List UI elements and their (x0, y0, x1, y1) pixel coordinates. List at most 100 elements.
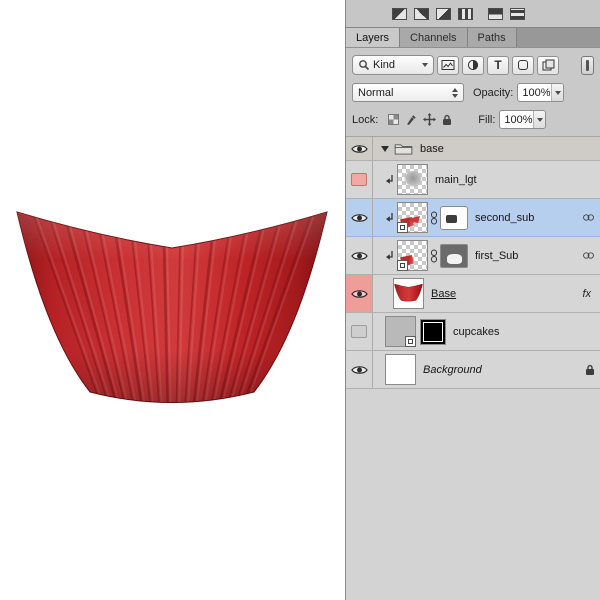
layer-name[interactable]: first_Sub (475, 250, 518, 262)
visibility-cell[interactable] (346, 137, 373, 160)
smart-object-badge-icon (405, 336, 416, 347)
filter-type-layers-button[interactable]: T (487, 55, 509, 75)
dock-icon-5[interactable] (488, 7, 503, 20)
linked-layers-icon (583, 252, 594, 259)
layer-mask-thumbnail[interactable] (440, 243, 468, 268)
panel-dock-strip (346, 0, 600, 27)
layer-name[interactable]: Base (431, 288, 456, 300)
clipping-mask-arrow-icon (386, 174, 393, 184)
fill-label: Fill: (478, 113, 496, 126)
dock-icon-1[interactable] (392, 7, 407, 20)
filter-shape-layers-button[interactable] (512, 55, 534, 75)
fill-dropdown-button[interactable] (533, 111, 546, 128)
layer-row-background[interactable]: Background (346, 351, 600, 389)
visibility-cell[interactable] (346, 237, 373, 274)
adjustment-icon (467, 59, 479, 71)
lock-icon (443, 114, 452, 125)
eye-icon (350, 144, 368, 153)
thumbnail-content (394, 283, 423, 302)
visibility-cell[interactable] (346, 199, 373, 236)
filter-adjustment-layers-button[interactable] (462, 55, 484, 75)
lock-transparency-button[interactable] (388, 114, 400, 125)
layer-name[interactable]: cupcakes (453, 326, 499, 338)
filter-switch-icon (586, 59, 589, 71)
move-icon (423, 113, 437, 126)
panel-tabbar: Layers Channels Paths (346, 27, 600, 48)
opacity-label: Opacity: (473, 86, 514, 99)
lock-pixels-button[interactable] (405, 114, 417, 126)
dock-icon-3[interactable] (436, 7, 451, 20)
fill-value: 100% (504, 113, 533, 126)
hidden-visibility-box (351, 325, 367, 338)
thumbnail-content (411, 216, 420, 223)
visibility-cell[interactable] (346, 351, 373, 388)
visibility-cell[interactable] (346, 275, 373, 312)
layer-thumbnail[interactable] (397, 164, 428, 195)
mask-link-icon[interactable] (430, 211, 438, 225)
lock-row: Lock: Fill: 100% (352, 110, 594, 129)
blend-mode-select[interactable]: Normal (352, 83, 464, 102)
tab-layers[interactable]: Layers (346, 28, 401, 47)
chevron-down-icon (422, 63, 428, 67)
mask-content (446, 214, 457, 223)
blend-row: Normal Opacity: 100% (352, 83, 594, 102)
layer-row-first-sub[interactable]: first_Sub (346, 237, 600, 275)
lock-all-button[interactable] (442, 114, 452, 126)
layer-thumbnail[interactable] (397, 202, 428, 233)
image-icon (441, 60, 455, 70)
filter-pixel-layers-button[interactable] (437, 55, 459, 75)
tab-paths[interactable]: Paths (467, 28, 517, 47)
layer-row-base[interactable]: Base fx (346, 275, 600, 313)
eye-icon (350, 213, 368, 222)
dock-icon-6[interactable] (510, 7, 525, 20)
mask-link-icon[interactable] (430, 249, 438, 263)
linked-layers-icon (583, 214, 594, 221)
smart-object-badge-icon (397, 260, 408, 271)
layer-name[interactable]: base (420, 143, 444, 155)
eye-icon (350, 365, 368, 374)
layer-row-base-group[interactable]: base (346, 137, 600, 161)
layers-list: base main_lgt second_sub first_Sub Base … (346, 136, 600, 600)
layer-row-main-lgt[interactable]: main_lgt (346, 161, 600, 199)
lock-label: Lock: (352, 113, 379, 126)
layer-name[interactable]: second_sub (475, 212, 534, 224)
opacity-combo[interactable]: 100% (517, 83, 565, 102)
group-folder-icon (394, 144, 413, 155)
filter-switch-toggle[interactable] (581, 55, 594, 75)
layer-thumbnail[interactable] (393, 278, 424, 309)
panel-controls: Kind T Normal Opacity: 100% Lock: Fill: … (346, 48, 600, 136)
layer-thumbnail[interactable] (385, 354, 416, 385)
layer-style-fx-badge[interactable]: fx (582, 288, 591, 300)
layer-name[interactable]: main_lgt (435, 174, 477, 186)
filter-smart-object-button[interactable] (537, 55, 559, 75)
layer-row-second-sub[interactable]: second_sub (346, 199, 600, 237)
layer-thumbnail[interactable] (385, 316, 416, 347)
layers-panel: Layers Channels Paths Kind T Normal Opac… (345, 0, 600, 600)
filter-kind-select[interactable]: Kind (352, 55, 434, 75)
fill-combo[interactable]: 100% (499, 110, 547, 129)
opacity-dropdown-button[interactable] (551, 84, 564, 101)
layer-mask-thumbnail[interactable] (440, 205, 468, 230)
opacity-value: 100% (522, 86, 551, 99)
visibility-cell[interactable] (346, 313, 373, 350)
brush-icon (407, 114, 416, 125)
document-canvas[interactable] (0, 0, 345, 600)
layer-name[interactable]: Background (423, 364, 482, 376)
dock-icon-4[interactable] (458, 7, 473, 20)
dock-icon-2[interactable] (414, 7, 429, 20)
mask-content (447, 253, 462, 264)
eye-icon (350, 251, 368, 260)
lock-position-button[interactable] (423, 113, 437, 126)
layer-mask-thumbnail[interactable] (420, 318, 446, 345)
tab-channels[interactable]: Channels (400, 28, 468, 47)
layers-list-empty-area[interactable] (346, 389, 600, 600)
visibility-cell[interactable] (346, 161, 373, 198)
layer-row-cupcakes[interactable]: cupcakes (346, 313, 600, 351)
search-icon (359, 60, 370, 71)
background-lock-icon (586, 364, 594, 375)
smart-object-badge-icon (397, 222, 408, 233)
disclosure-triangle-icon[interactable] (381, 145, 389, 152)
filter-row: Kind T (352, 55, 594, 75)
filter-kind-label: Kind (373, 59, 396, 71)
layer-thumbnail[interactable] (397, 240, 428, 271)
